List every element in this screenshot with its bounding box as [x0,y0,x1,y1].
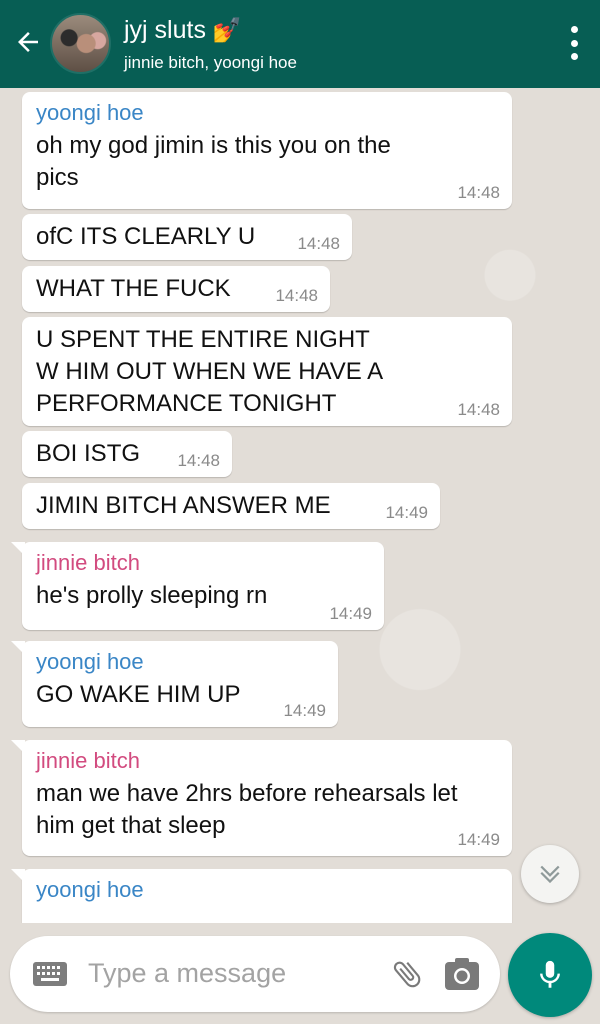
sender-name: jinnie bitch [36,748,140,773]
message-input[interactable]: Type a message [88,958,286,989]
message-bubble[interactable]: yoongi hoe GO WAKE HIM UP 14:49 [11,641,338,727]
message-bubble[interactable]: BOI ISTG 14:48 [22,431,232,477]
message-bubble[interactable]: WHAT THE FUCK 14:48 [22,266,330,312]
microphone-icon [540,960,560,988]
sender-name: yoongi hoe [36,877,144,902]
message-bubble[interactable]: U SPENT THE ENTIRE NIGHT W HIM OUT WHEN … [22,317,512,426]
participants-list[interactable]: jinnie bitch, yoongi hoe [124,53,297,73]
voice-message-button[interactable] [508,933,592,1017]
message-text-line: U SPENT THE ENTIRE NIGHT [36,326,370,353]
message-bubble[interactable]: ofC ITS CLEARLY U 14:48 [22,214,352,260]
sender-name: yoongi hoe [36,649,144,674]
message-list[interactable]: yoongi hoe oh my god jimin is this you o… [0,88,600,923]
chat-title[interactable]: jyj sluts 💅 [124,16,242,45]
message-text-line: JIMIN BITCH ANSWER ME [36,492,331,519]
message-composer: Type a message [10,936,500,1012]
back-button[interactable] [10,24,46,60]
message-text-line: PERFORMANCE TONIGHT [36,390,337,417]
message-time: 14:48 [457,183,500,202]
nail-polish-emoji: 💅 [211,17,242,44]
more-options-button[interactable] [568,26,580,60]
arrow-left-icon [18,32,38,52]
message-bubble[interactable]: yoongi hoe oh my god jimin is this you o… [22,92,512,209]
message-time: 14:48 [177,451,220,470]
sender-name: yoongi hoe [36,100,144,125]
message-bubble[interactable]: jinnie bitch man we have 2hrs before reh… [11,740,512,856]
message-text-line: he's prolly sleeping rn [36,582,268,609]
message-bubble[interactable]: jinnie bitch he's prolly sleeping rn 14:… [11,542,384,630]
message-time: 14:49 [457,830,500,849]
message-time: 14:48 [297,234,340,253]
group-avatar[interactable] [50,13,111,74]
message-time: 14:49 [329,604,372,623]
group-name: jyj sluts [124,16,206,44]
chat-header: jyj sluts 💅 jinnie bitch, yoongi hoe [0,0,600,88]
message-text-line: man we have 2hrs before rehearsals let [36,780,458,807]
keyboard-icon[interactable] [32,961,68,987]
message-time: 14:49 [283,701,326,720]
message-bubble[interactable]: JIMIN BITCH ANSWER ME 14:49 [22,483,440,529]
scroll-to-bottom-button[interactable] [521,845,579,903]
message-text-line: oh my god jimin is this you on the [36,132,391,159]
more-vertical-icon [570,26,578,33]
paperclip-icon[interactable] [390,956,424,992]
message-text-line: pics [36,164,79,191]
message-time: 14:49 [385,503,428,522]
message-text-line: ofC ITS CLEARLY U [36,223,256,250]
message-time: 14:48 [457,400,500,419]
camera-icon[interactable] [444,957,480,991]
message-bubble[interactable]: yoongi hoe [11,869,512,923]
sender-name: jinnie bitch [36,550,140,575]
message-time: 14:48 [275,286,318,305]
message-text-line: WHAT THE FUCK [36,275,231,302]
message-text-line: GO WAKE HIM UP [36,681,241,708]
chevron-double-down-icon [540,865,560,884]
message-text-line: him get that sleep [36,812,226,839]
message-text-line: W HIM OUT WHEN WE HAVE A [36,358,384,385]
